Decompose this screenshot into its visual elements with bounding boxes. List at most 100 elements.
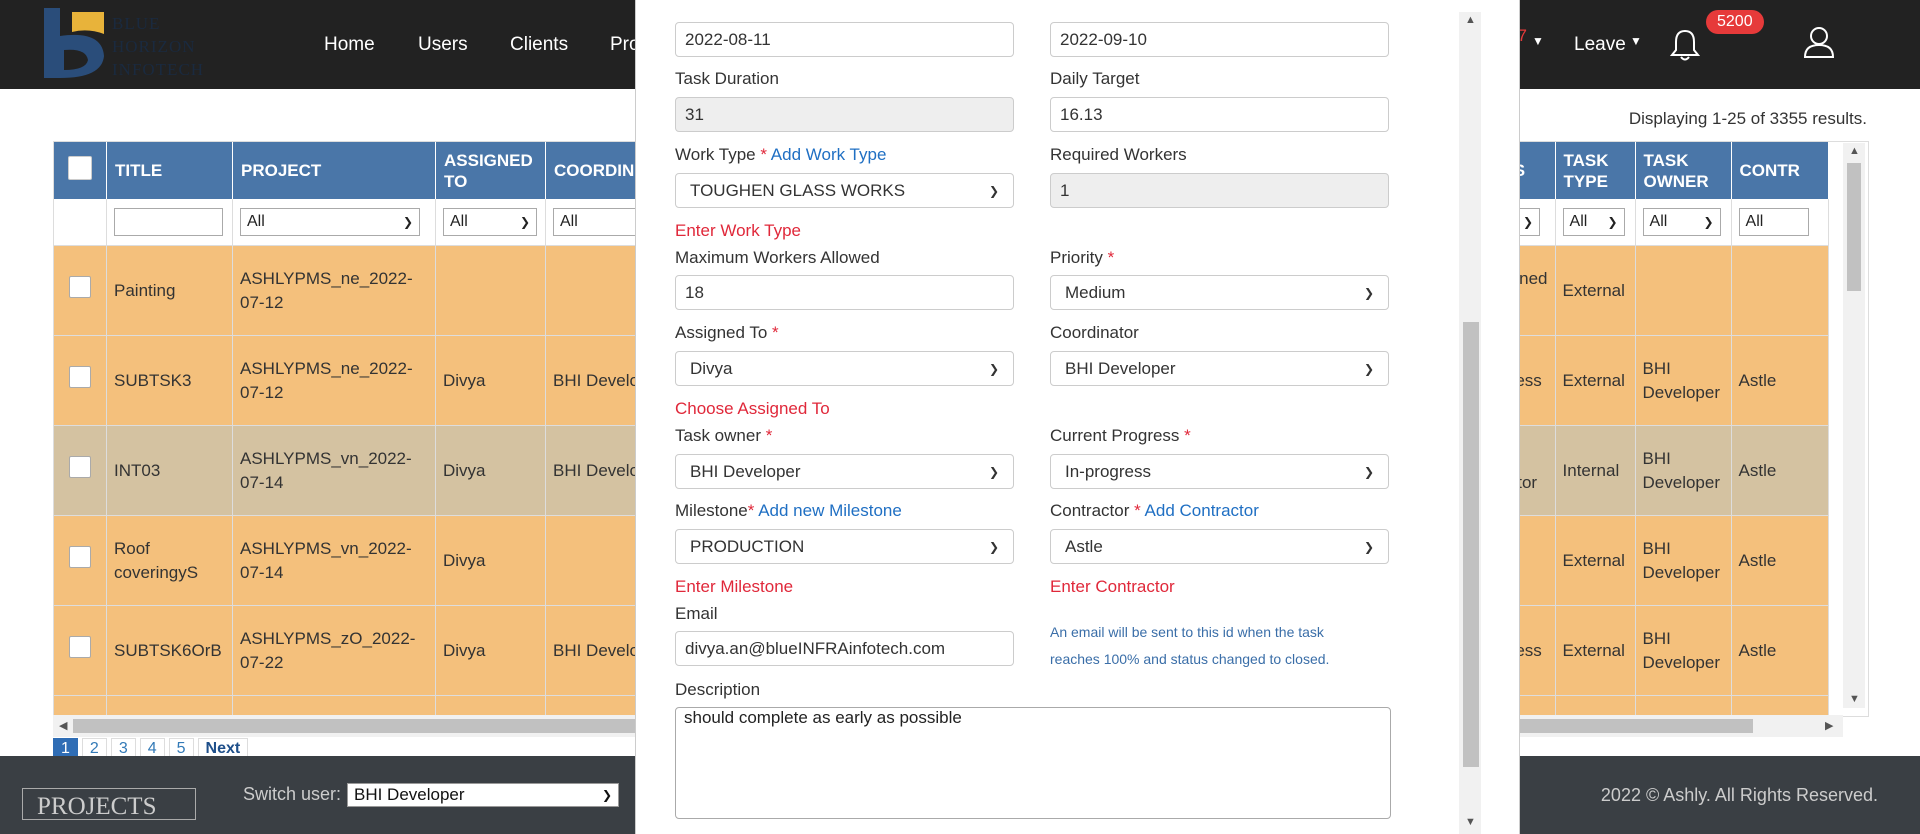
assigned-to-select[interactable]: Divya ❯: [675, 351, 1014, 386]
col-project[interactable]: PROJECT: [232, 142, 436, 199]
scroll-left-icon[interactable]: ◀: [59, 719, 67, 732]
task-owner-label: Task owner *: [675, 426, 773, 445]
row-project: ASHLYPMS_ne_2022-07-12: [232, 245, 436, 336]
work-type-select[interactable]: TOUGHEN GLASS WORKS ❯: [675, 173, 1014, 208]
add-work-type-link[interactable]: Add Work Type: [771, 145, 887, 164]
nav-leave[interactable]: Leave: [1574, 34, 1626, 56]
filter-cell: All❯: [1555, 199, 1636, 246]
start-date-input[interactable]: 2022-08-11: [675, 22, 1014, 57]
col-contractor[interactable]: CONTR: [1731, 142, 1829, 199]
contractor-filter-select[interactable]: All: [1738, 208, 1809, 236]
row-project: ASHLYPMS_vn_2022-07-14: [232, 425, 436, 516]
nav-users[interactable]: Users: [418, 34, 468, 56]
contractor-select[interactable]: Astle ❯: [1050, 529, 1389, 564]
milestone-select[interactable]: PRODUCTION ❯: [675, 529, 1014, 564]
nav-home[interactable]: Home: [324, 34, 375, 56]
switch-user-select[interactable]: BHI Developer ❯: [347, 783, 619, 807]
row-task-owner: BHI Developer: [1635, 335, 1732, 426]
row-title: INT03: [106, 425, 233, 516]
chevron-down-icon: ❯: [601, 788, 612, 802]
filter-cell: All❯: [435, 199, 546, 246]
current-progress-select[interactable]: In-progress ❯: [1050, 454, 1389, 489]
col-title[interactable]: TITLE: [106, 142, 233, 199]
max-workers-label: Maximum Workers Allowed: [675, 248, 880, 267]
row-title: Painting: [106, 245, 233, 336]
description-label: Description: [675, 680, 761, 699]
brand-name: BLUE HORIZON INFOTECH: [112, 14, 205, 79]
row-project: ASHLYPMS_ne_2022-07-12: [232, 335, 436, 426]
row-contractor: Astle: [1731, 425, 1829, 516]
row-task-owner: BHI Developer: [1635, 425, 1732, 516]
scroll-up-icon[interactable]: ▲: [1465, 14, 1476, 26]
grid-vertical-scrollbar[interactable]: ▲ ▼: [1843, 143, 1865, 708]
daily-target-label: Daily Target: [1050, 69, 1140, 88]
modal-scrollbar[interactable]: ▲ ▼: [1459, 12, 1481, 834]
chevron-down-icon: ❯: [1363, 539, 1374, 554]
scroll-down-icon[interactable]: ▼: [1849, 693, 1860, 705]
add-contractor-link[interactable]: Add Contractor: [1145, 501, 1259, 520]
row-project: ASHLYPMS_zO_2022-07-22: [232, 605, 436, 696]
scroll-down-icon[interactable]: ▼: [1465, 816, 1476, 828]
email-input[interactable]: divya.an@blueINFRAinfotech.com: [675, 631, 1014, 666]
chevron-down-icon: ❯: [519, 215, 530, 229]
row-checkbox[interactable]: [69, 276, 91, 298]
bell-icon[interactable]: [1670, 28, 1700, 62]
projects-logo: PROJECTS: [22, 788, 196, 820]
col-task-owner[interactable]: TASK OWNER: [1635, 142, 1732, 199]
task-duration-label: Task Duration: [675, 69, 779, 88]
row-task-owner: [1635, 245, 1732, 336]
caret-down-icon[interactable]: ▼: [1532, 34, 1544, 48]
milestone-label: Milestone* Add new Milestone: [675, 501, 902, 520]
row-task-type: Internal: [1555, 425, 1636, 516]
email-hint: An email will be sent to this id when th…: [1050, 624, 1330, 667]
row-checkbox[interactable]: [69, 456, 91, 478]
assigned-filter-select[interactable]: All ❯: [443, 208, 537, 236]
row-checkbox[interactable]: [69, 546, 91, 568]
priority-select[interactable]: Medium ❯: [1050, 275, 1389, 310]
copyright: 2022 © Ashly. All Rights Reserved.: [1600, 785, 1878, 805]
scroll-thumb[interactable]: [1463, 322, 1479, 767]
filter-cell: All❯: [232, 199, 436, 246]
row-title: Roof coveringyS: [106, 515, 233, 606]
title-filter-input[interactable]: [114, 208, 223, 236]
col-task-type[interactable]: TASK TYPE: [1555, 142, 1636, 199]
add-milestone-link[interactable]: Add new Milestone: [758, 501, 902, 520]
coordinator-label: Coordinator: [1050, 323, 1139, 342]
col-assigned-to[interactable]: ASSIGNED TO: [435, 142, 546, 199]
chevron-down-icon: ❯: [1363, 361, 1374, 376]
row-checkbox[interactable]: [69, 366, 91, 388]
description-textarea[interactable]: should complete as early as possible: [675, 707, 1391, 819]
results-summary: Displaying 1-25 of 3355 results.: [1628, 109, 1867, 128]
coordinator-select[interactable]: BHI Developer ❯: [1050, 351, 1389, 386]
work-type-label: Work Type * Add Work Type: [675, 145, 887, 164]
row-task-type: External: [1555, 335, 1636, 426]
caret-down-icon[interactable]: ▼: [1630, 34, 1642, 48]
select-all-checkbox[interactable]: [68, 156, 92, 180]
task-type-filter-select[interactable]: All ❯: [1562, 208, 1625, 236]
max-workers-input[interactable]: 18: [675, 275, 1014, 310]
scroll-thumb[interactable]: [1847, 163, 1861, 291]
task-duration-input: 31: [675, 97, 1014, 132]
task-owner-select[interactable]: BHI Developer ❯: [675, 454, 1014, 489]
chevron-down-icon: ❯: [988, 183, 999, 198]
edit-task-modal: 2022-08-11 2022-09-10 Task Duration 31 D…: [635, 0, 1520, 834]
row-project: ASHLYPMS_vn_2022-07-14: [232, 515, 436, 606]
daily-target-input[interactable]: 16.13: [1050, 97, 1389, 132]
brand-logo[interactable]: BLUE HORIZON INFOTECH: [42, 6, 212, 84]
contractor-label: Contractor * Add Contractor: [1050, 501, 1259, 520]
user-profile-icon[interactable]: [1803, 26, 1835, 58]
coordinator-filter-select[interactable]: All: [553, 208, 643, 236]
task-owner-filter-select[interactable]: All ❯: [1642, 208, 1721, 236]
filter-cell: All: [1731, 199, 1829, 246]
scroll-right-icon[interactable]: ▶: [1825, 719, 1833, 732]
row-title: SUBTSK6OrB: [106, 605, 233, 696]
switch-user-label: Switch user:: [243, 784, 342, 804]
row-checkbox[interactable]: [69, 636, 91, 658]
project-filter-select[interactable]: All ❯: [240, 208, 420, 236]
nav-clients[interactable]: Clients: [510, 34, 568, 56]
row-assigned: Divya: [435, 425, 546, 516]
row-assigned: Divya: [435, 515, 546, 606]
scroll-up-icon[interactable]: ▲: [1849, 145, 1860, 157]
row-assigned: Divya: [435, 605, 546, 696]
end-date-input[interactable]: 2022-09-10: [1050, 22, 1389, 57]
